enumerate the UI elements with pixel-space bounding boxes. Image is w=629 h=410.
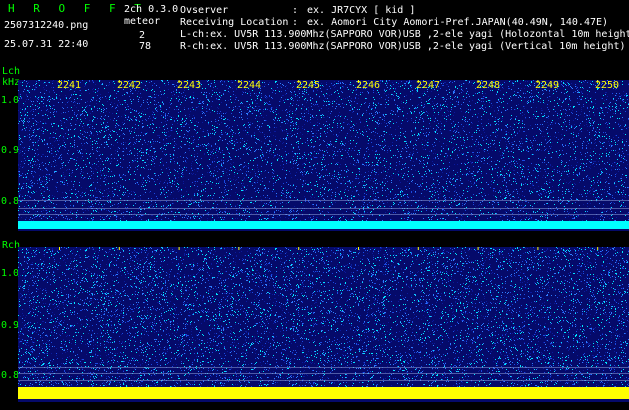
reference-line (18, 373, 629, 374)
lch-spectrogram-canvas (18, 80, 629, 231)
time-tick (358, 247, 359, 250)
location-separator: : (292, 17, 298, 29)
reference-line (18, 200, 629, 201)
time-tick (118, 247, 120, 250)
observer-separator: : (292, 5, 298, 17)
rch-ytick-label: 0.8 (1, 370, 19, 382)
carrier-band (18, 221, 629, 229)
time-axis-label: 2247 (416, 80, 440, 92)
lch-ytick-label: 1.0 (1, 95, 19, 107)
lch-ytick-label: 0.8 (1, 196, 19, 208)
time-axis-label: 2241 (57, 80, 81, 92)
time-axis-label: 2244 (237, 80, 261, 92)
rch-spectrogram-canvas (18, 247, 629, 402)
time-tick (417, 247, 419, 250)
rch-ytick-label: 0.9 (1, 320, 19, 332)
time-tick (597, 247, 599, 250)
observer-value: ex. JR7CYX [ kid ] (307, 5, 415, 17)
time-axis-label: 2245 (296, 80, 320, 92)
time-axis-label: 2246 (356, 80, 380, 92)
rch-ytick-label: 1.0 (1, 268, 19, 280)
reference-line (18, 214, 629, 215)
time-tick (238, 247, 240, 250)
time-tick (178, 247, 180, 250)
rch-spectrogram (18, 247, 629, 402)
meteor-count-label: meteor (124, 16, 160, 28)
time-tick (59, 247, 60, 250)
time-axis-label: 2248 (476, 80, 500, 92)
observer-label: Ovserver (180, 5, 228, 17)
time-axis-label: 2243 (177, 80, 201, 92)
carrier-band (18, 387, 629, 399)
time-tick (298, 247, 300, 250)
reference-line (18, 367, 629, 368)
reference-line (18, 380, 629, 381)
lch-receiver-info: L-ch:ex. UV5R 113.900Mhz(SAPPORO VOR)USB… (180, 29, 629, 41)
time-axis-label: 2249 (535, 80, 559, 92)
time-axis-label: 2250 (595, 80, 619, 92)
lch-spectrogram (18, 80, 629, 231)
rch-meteor-count: 78 (139, 41, 151, 53)
location-value: ex. Aomori City Aomori-Pref.JAPAN(40.49N… (307, 17, 608, 29)
lch-ytick-label: 0.9 (1, 145, 19, 157)
location-label: Receiving Location (180, 17, 288, 29)
app-version: 2ch 0.3.0 (124, 4, 178, 16)
rch-receiver-info: R-ch:ex. UV5R 113.900Mhz(SAPPORO VOR)USB… (180, 41, 626, 53)
time-axis-label: 2242 (117, 80, 141, 92)
reference-line (18, 208, 629, 209)
spectrogram-background (18, 247, 629, 402)
image-timestamp: 25.07.31 22:40 (4, 39, 88, 51)
time-tick (537, 247, 539, 250)
time-tick (477, 247, 479, 250)
image-filename: 2507312240.png (4, 20, 88, 32)
